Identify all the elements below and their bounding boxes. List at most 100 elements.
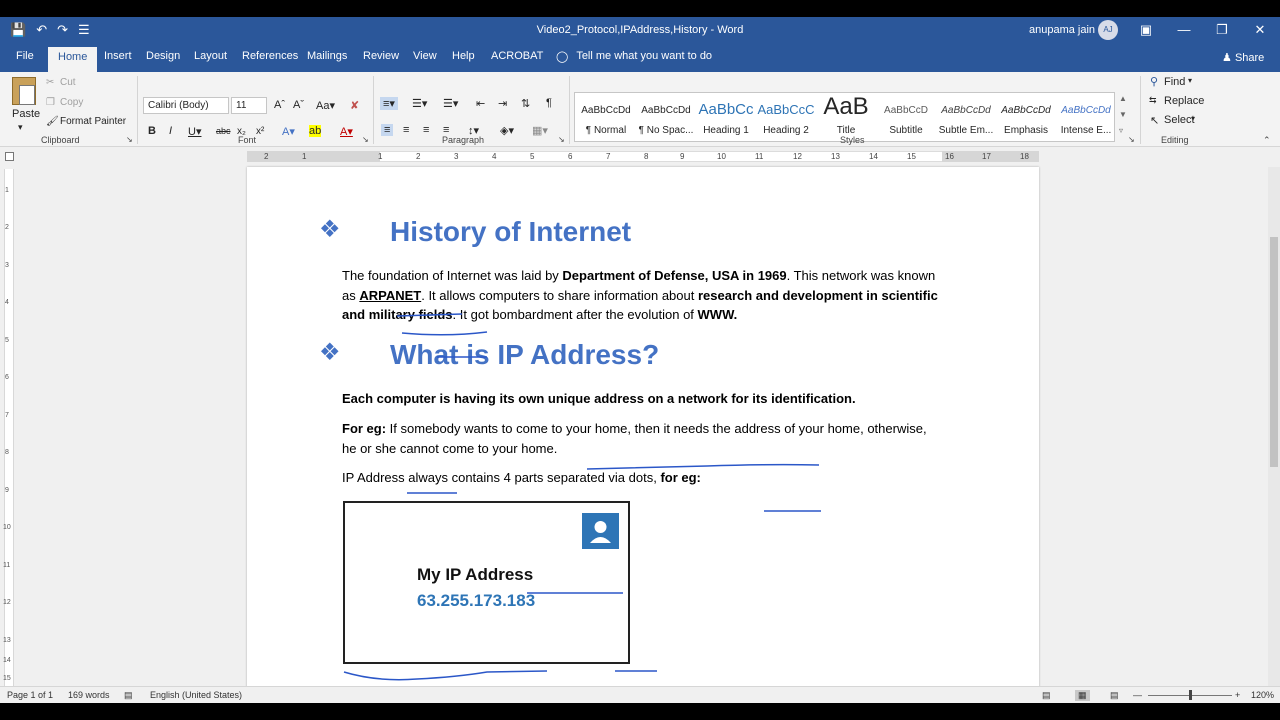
copy-button[interactable]: Copy <box>60 97 83 108</box>
vertical-ruler[interactable] <box>4 169 14 699</box>
close-icon[interactable]: ✕ <box>1248 21 1272 39</box>
tab-help[interactable]: Help <box>452 50 475 62</box>
style-emphasis[interactable]: AaBbCcDd Emphasis <box>996 93 1056 141</box>
increase-indent-icon[interactable]: ⇥ <box>498 97 507 110</box>
user-name[interactable]: anupama jain <box>1029 24 1095 36</box>
zoom-in-icon[interactable]: + <box>1235 690 1240 700</box>
underline-icon[interactable]: U▾ <box>188 125 201 138</box>
font-color-icon[interactable]: A▾ <box>340 125 353 138</box>
ruler-number: 12 <box>793 152 802 161</box>
styles-scroll-up-icon[interactable]: ▲ <box>1119 94 1127 103</box>
highlight-icon[interactable]: ab <box>309 125 322 137</box>
vruler-number: 4 <box>5 299 9 306</box>
superscript-icon[interactable]: x² <box>256 126 264 137</box>
decrease-indent-icon[interactable]: ⇤ <box>476 97 485 110</box>
status-bar: Page 1 of 1 169 words ▤ English (United … <box>0 686 1280 703</box>
web-layout-icon[interactable]: ▤ <box>1110 690 1119 701</box>
ribbon-display-icon[interactable]: ▣ <box>1134 21 1158 39</box>
paste-dropdown-icon[interactable]: ▾ <box>18 122 23 133</box>
shading-icon[interactable]: ◈▾ <box>500 124 514 137</box>
restore-icon[interactable]: ❐ <box>1210 21 1234 39</box>
style-title[interactable]: AaB Title <box>816 93 876 141</box>
share-button[interactable]: ♟ Share <box>1222 51 1264 64</box>
read-mode-icon[interactable]: ▤ <box>1042 690 1051 701</box>
scrollbar-thumb[interactable] <box>1270 237 1278 467</box>
font-size-combo[interactable]: 11 <box>231 97 267 114</box>
borders-icon[interactable]: ▦▾ <box>532 124 548 137</box>
clear-formatting-icon[interactable]: ✘ <box>350 99 359 112</box>
tell-me-box[interactable]: ◯ Tell me what you want to do <box>556 50 712 63</box>
tab-layout[interactable]: Layout <box>194 50 227 62</box>
style-label: Intense E... <box>1060 125 1112 136</box>
tab-mailings[interactable]: Mailings <box>307 50 347 62</box>
styles-more-icon[interactable]: ▿ <box>1119 126 1123 135</box>
tab-view[interactable]: View <box>413 50 437 62</box>
zoom-slider-thumb[interactable] <box>1189 690 1192 700</box>
font-group-label: Font <box>238 135 257 145</box>
style-subtle-emphasis[interactable]: AaBbCcDd Subtle Em... <box>936 93 996 141</box>
page-count[interactable]: Page 1 of 1 <box>7 690 53 700</box>
style-normal[interactable]: AaBbCcDd ¶ Normal <box>576 93 636 141</box>
align-right-icon[interactable]: ≡ <box>423 124 429 136</box>
word-count[interactable]: 169 words <box>68 690 110 700</box>
vruler-number: 11 <box>3 562 11 569</box>
minimize-icon[interactable]: — <box>1172 21 1196 39</box>
zoom-level[interactable]: 120% <box>1251 690 1274 700</box>
tab-selector-icon[interactable] <box>5 152 14 161</box>
text-effects-icon[interactable]: A▾ <box>282 125 295 138</box>
multilevel-list-icon[interactable]: ☰▾ <box>443 97 458 110</box>
change-case-icon[interactable]: Aa▾ <box>316 99 335 112</box>
style-no-spacing[interactable]: AaBbCcDd ¶ No Spac... <box>636 93 696 141</box>
print-layout-icon[interactable]: ▦ <box>1075 690 1090 701</box>
paragraph-launcher-icon[interactable]: ↘ <box>558 135 565 144</box>
styles-launcher-icon[interactable]: ↘ <box>1128 135 1135 144</box>
vruler-number: 1 <box>5 187 9 194</box>
clipboard-launcher-icon[interactable]: ↘ <box>126 135 133 144</box>
find-dropdown-icon[interactable]: ▾ <box>1188 76 1192 85</box>
zoom-out-icon[interactable]: — <box>1133 690 1142 700</box>
proofing-icon[interactable]: ▤ <box>124 690 133 701</box>
paste-button[interactable]: Paste <box>12 108 40 120</box>
document-page[interactable]: ❖ History of Internet The foundation of … <box>247 167 1039 703</box>
format-painter-button[interactable]: Format Painter <box>60 116 126 127</box>
show-marks-icon[interactable]: ¶ <box>546 97 552 109</box>
select-dropdown-icon[interactable]: ▾ <box>1191 114 1195 123</box>
shrink-font-icon[interactable]: Aˇ <box>293 99 304 111</box>
vruler-number: 12 <box>3 599 11 606</box>
font-name-combo[interactable]: Calibri (Body) <box>143 97 229 114</box>
style-heading-1[interactable]: AaBbCc Heading 1 <box>696 93 756 141</box>
sort-icon[interactable]: ⇅ <box>521 97 530 110</box>
tab-home[interactable]: Home <box>48 47 98 72</box>
tab-insert[interactable]: Insert <box>104 50 132 62</box>
title-bar: 💾 ↶ ↷ ☰ Video2_Protocol,IPAddress,Histor… <box>0 17 1280 44</box>
style-intense-emphasis[interactable]: AaBbCcDd Intense E... <box>1056 93 1116 141</box>
bold-icon[interactable]: B <box>148 125 156 137</box>
styles-scroll-down-icon[interactable]: ▼ <box>1119 110 1127 119</box>
avatar[interactable]: AJ <box>1098 20 1118 40</box>
bullets-icon[interactable]: ≡▾ <box>380 97 398 110</box>
strikethrough-icon[interactable]: abc <box>216 126 231 136</box>
tab-references[interactable]: References <box>242 50 298 62</box>
tab-design[interactable]: Design <box>146 50 180 62</box>
style-subtitle[interactable]: AaBbCcD Subtitle <box>876 93 936 141</box>
find-button[interactable]: Find <box>1164 76 1185 88</box>
grow-font-icon[interactable]: Aˆ <box>274 99 285 111</box>
cut-button[interactable]: Cut <box>60 77 76 88</box>
style-heading-2[interactable]: AaBbCcC Heading 2 <box>756 93 816 141</box>
replace-button[interactable]: Replace <box>1164 95 1204 107</box>
align-left-icon[interactable]: ≡ <box>381 124 394 136</box>
center-icon[interactable]: ≡ <box>403 124 409 136</box>
vruler-number: 14 <box>3 657 11 664</box>
font-launcher-icon[interactable]: ↘ <box>362 135 369 144</box>
select-icon: ↖ <box>1150 115 1160 127</box>
clipboard-icon[interactable] <box>12 77 36 105</box>
tab-review[interactable]: Review <box>363 50 399 62</box>
tab-acrobat[interactable]: ACROBAT <box>491 50 543 62</box>
editing-group-label: Editing <box>1161 135 1189 145</box>
select-button[interactable]: Select <box>1164 114 1195 126</box>
collapse-ribbon-icon[interactable]: ⌃ <box>1263 135 1271 146</box>
tab-file[interactable]: File <box>16 50 34 62</box>
italic-icon[interactable]: I <box>169 125 172 137</box>
language-label[interactable]: English (United States) <box>150 690 242 700</box>
numbering-icon[interactable]: ☰▾ <box>412 97 427 110</box>
